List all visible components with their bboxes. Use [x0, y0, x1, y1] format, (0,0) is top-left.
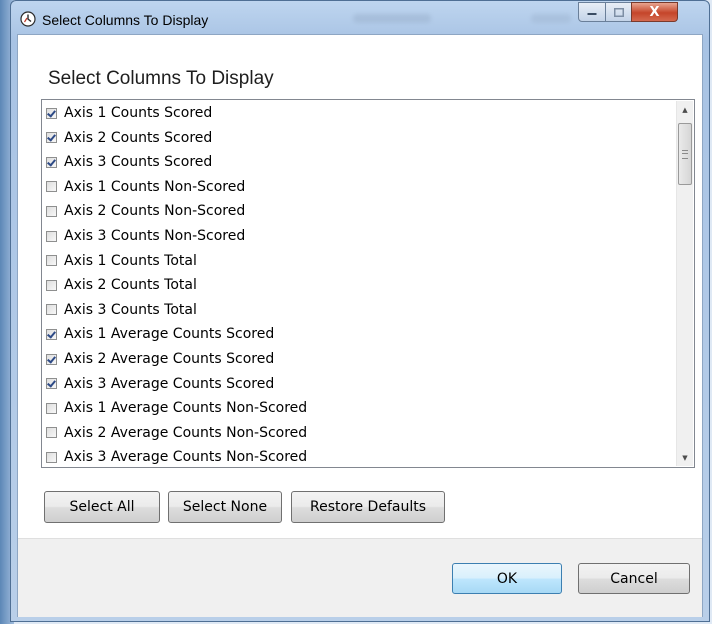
checkbox[interactable] — [46, 156, 57, 168]
checklist-item-label: Axis 2 Average Counts Non-Scored — [64, 424, 308, 441]
ok-button[interactable]: OK — [452, 563, 562, 594]
checklist-item[interactable]: Axis 1 Average Counts Non-Scored — [43, 396, 663, 420]
checkbox[interactable] — [46, 304, 57, 316]
scroll-up-arrow-icon[interactable]: ▲ — [677, 101, 693, 118]
restore-defaults-button[interactable]: Restore Defaults — [291, 491, 445, 523]
obscured-title-text — [353, 14, 431, 23]
minimize-button[interactable] — [578, 2, 606, 22]
checkbox[interactable] — [46, 402, 57, 414]
checkbox[interactable] — [46, 427, 57, 439]
checklist-item[interactable]: Axis 1 Counts Non-Scored — [43, 175, 663, 199]
checkbox[interactable] — [46, 353, 57, 365]
checklist-item[interactable]: Axis 1 Counts Scored — [43, 101, 663, 125]
checklist-item[interactable]: Axis 2 Counts Total — [43, 273, 663, 297]
checklist-item-label: Axis 3 Average Counts Non-Scored — [64, 449, 308, 466]
checklist-item[interactable]: Axis 2 Counts Scored — [43, 126, 663, 150]
columns-checklist[interactable]: Axis 1 Counts Scored Axis 2 Counts Scored… — [41, 99, 695, 468]
vertical-scrollbar[interactable]: ▲ ▼ — [676, 101, 693, 466]
obscured-title-text — [531, 14, 571, 23]
maximize-button[interactable] — [605, 2, 632, 22]
minimize-icon — [587, 13, 597, 15]
checklist-item[interactable]: Axis 1 Average Counts Scored — [43, 322, 663, 346]
dialog-client-area: Select Columns To Display Axis 1 Counts … — [17, 34, 703, 617]
select-none-button[interactable]: Select None — [168, 491, 282, 523]
checkbox[interactable] — [46, 378, 57, 390]
dialog-content: Select Columns To Display Axis 1 Counts … — [18, 35, 702, 538]
dialog-footer: OK Cancel — [18, 538, 702, 617]
checklist-item[interactable]: Axis 2 Counts Non-Scored — [43, 199, 663, 223]
checklist-item-label: Axis 2 Average Counts Scored — [64, 351, 275, 367]
checklist-item[interactable]: Axis 2 Average Counts Scored — [43, 347, 663, 371]
checklist-item[interactable]: Axis 3 Counts Non-Scored — [43, 224, 663, 248]
dialog-window: Select Columns To Display X Select Colum… — [10, 0, 710, 622]
checklist-item-label: Axis 3 Average Counts Scored — [64, 375, 275, 392]
checklist-item-label: Axis 3 Counts Scored — [64, 154, 213, 171]
close-button[interactable]: X — [631, 2, 678, 22]
checklist-item-label: Axis 1 Counts Scored — [64, 105, 213, 121]
checkbox[interactable] — [46, 132, 57, 144]
checkbox[interactable] — [46, 230, 57, 242]
checklist-item-label: Axis 1 Average Counts Scored — [64, 326, 275, 343]
app-clock-icon — [20, 11, 36, 27]
window-title: Select Columns To Display — [42, 12, 209, 28]
checkbox[interactable] — [46, 181, 57, 193]
checkbox[interactable] — [46, 255, 57, 267]
checklist-item-label: Axis 3 Counts Total — [64, 301, 197, 318]
cancel-button[interactable]: Cancel — [578, 563, 690, 594]
checklist-item[interactable]: Axis 3 Average Counts Non-Scored — [43, 445, 663, 467]
thumb-grip-icon — [682, 150, 688, 159]
checkbox[interactable] — [46, 328, 57, 340]
scroll-down-arrow-icon[interactable]: ▼ — [677, 449, 693, 466]
checklist-item-label: Axis 2 Counts Non-Scored — [64, 203, 246, 220]
select-all-button[interactable]: Select All — [44, 491, 160, 523]
checklist-item[interactable]: Axis 3 Average Counts Scored — [43, 372, 663, 396]
checklist-item[interactable]: Axis 3 Counts Total — [43, 298, 663, 322]
checklist-item-label: Axis 3 Counts Non-Scored — [64, 228, 246, 244]
dialog-heading: Select Columns To Display — [48, 68, 274, 89]
checklist-item[interactable]: Axis 1 Counts Total — [43, 249, 663, 273]
checkbox[interactable] — [46, 451, 57, 463]
checklist-item-label: Axis 1 Average Counts Non-Scored — [64, 400, 308, 417]
checklist-item[interactable]: Axis 2 Average Counts Non-Scored — [43, 421, 663, 445]
checklist-item[interactable]: Axis 3 Counts Scored — [43, 150, 663, 174]
scrollbar-thumb[interactable] — [678, 123, 692, 185]
checkbox[interactable] — [46, 205, 57, 217]
checkbox[interactable] — [46, 107, 57, 119]
checklist-item-label: Axis 2 Counts Scored — [64, 129, 213, 146]
title-bar[interactable]: Select Columns To Display X — [11, 1, 709, 37]
maximize-icon — [613, 7, 624, 17]
close-icon: X — [649, 4, 660, 20]
checklist-item-label: Axis 2 Counts Total — [64, 277, 197, 294]
checklist-item-label: Axis 1 Counts Non-Scored — [64, 178, 246, 195]
checkbox[interactable] — [46, 279, 57, 291]
checklist-item-label: Axis 1 Counts Total — [64, 252, 197, 269]
